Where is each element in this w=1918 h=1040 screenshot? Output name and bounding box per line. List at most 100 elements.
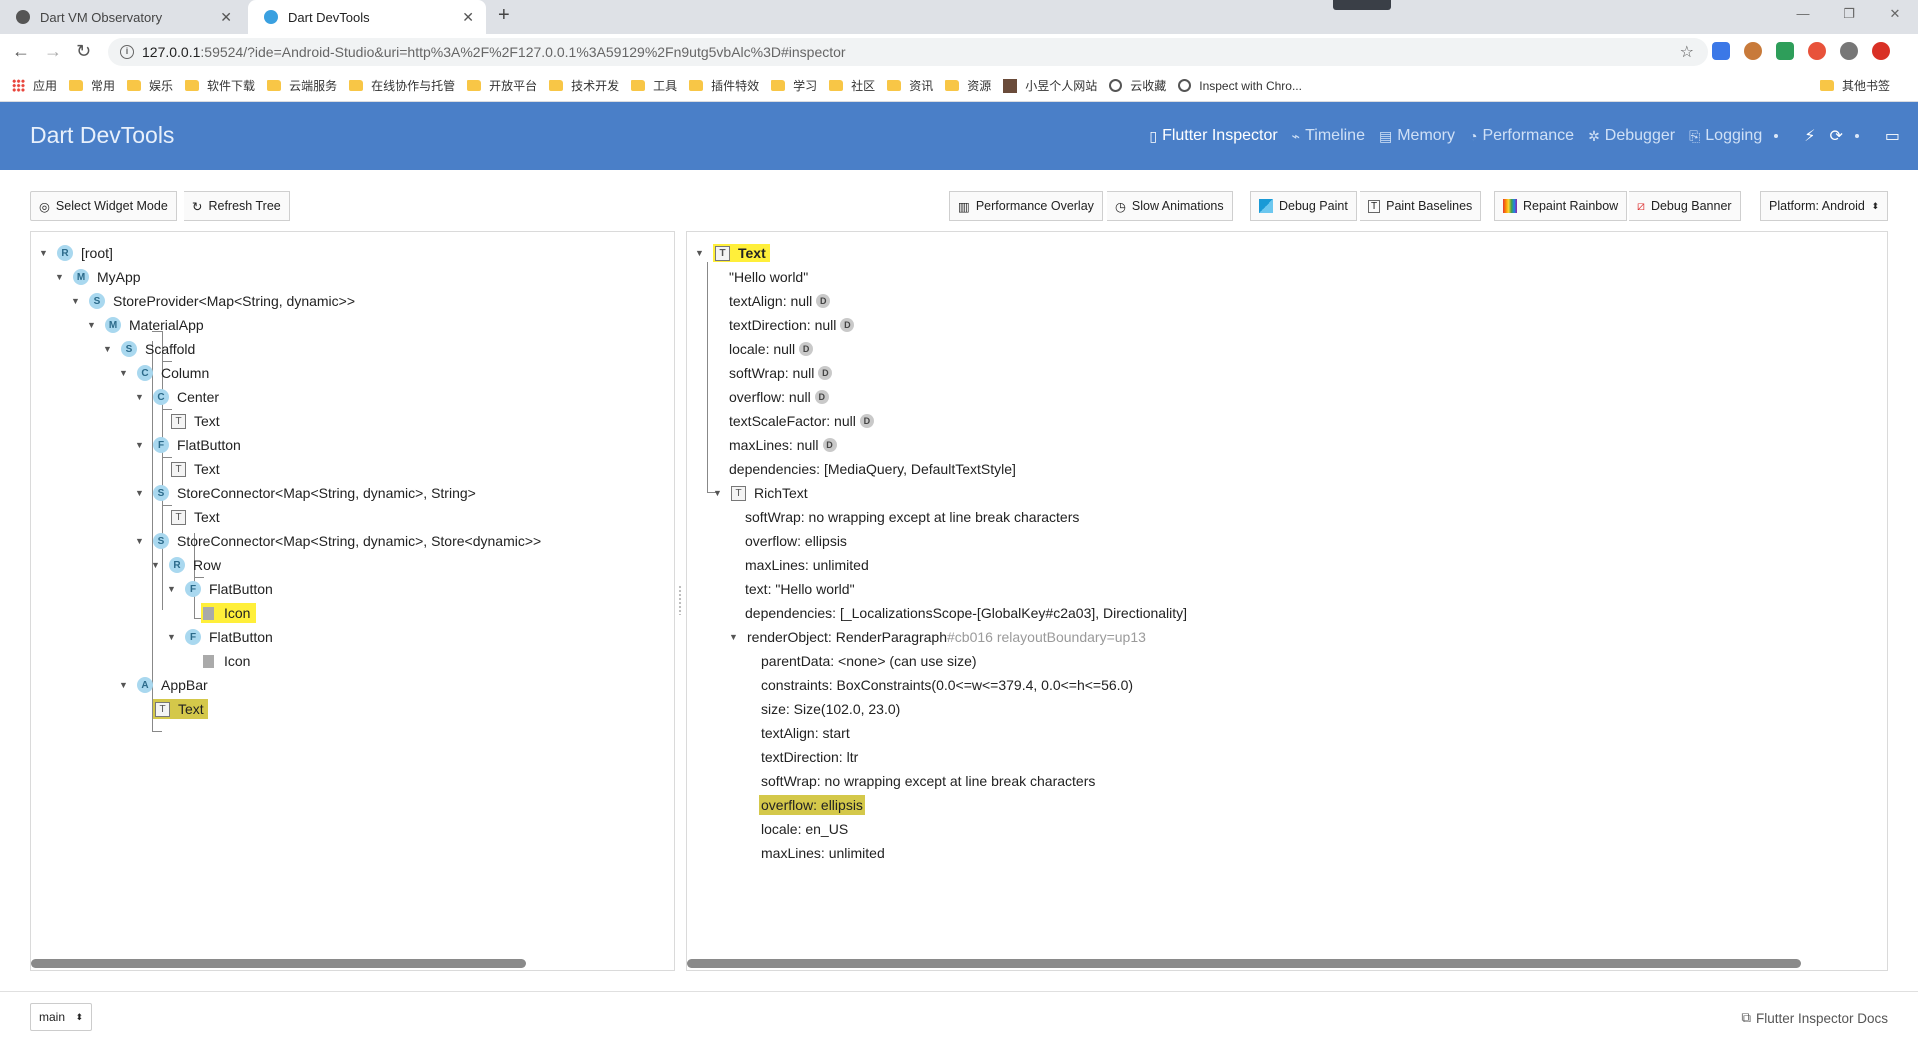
- extension-icon[interactable]: [1776, 42, 1794, 60]
- bookmark-folder[interactable]: 资源: [945, 77, 991, 94]
- tree-node[interactable]: ▼ S Scaffold: [103, 338, 195, 360]
- tab-dart-devtools[interactable]: Dart DevTools ✕: [248, 0, 486, 34]
- collapse-triangle-icon[interactable]: ▼: [71, 296, 81, 306]
- collapse-triangle-icon[interactable]: ▼: [135, 440, 145, 450]
- hot-reload-icon[interactable]: ⚡: [1804, 126, 1815, 146]
- tree-node[interactable]: ▼ S StoreConnector<Map<String, dynamic>, S…: [135, 530, 541, 552]
- collapse-triangle-icon[interactable]: ▼: [167, 584, 177, 594]
- collapse-triangle-icon[interactable]: ▼: [151, 560, 161, 570]
- property-row[interactable]: size: Size(102.0, 23.0): [761, 698, 900, 720]
- property-row[interactable]: "Hello world": [729, 266, 808, 288]
- hot-restart-icon[interactable]: ⟳: [1829, 126, 1842, 146]
- profile-avatar-icon[interactable]: [1840, 42, 1858, 60]
- feedback-icon[interactable]: ▭: [1885, 126, 1900, 146]
- bookmark-folder[interactable]: 在线协作与托管: [349, 77, 455, 94]
- bookmark-folder[interactable]: 技术开发: [549, 77, 619, 94]
- property-row[interactable]: softWrap: no wrapping except at line bre…: [745, 506, 1079, 528]
- collapse-triangle-icon[interactable]: ▼: [729, 632, 739, 642]
- property-row[interactable]: textAlign: null D: [729, 290, 831, 312]
- tree-node[interactable]: ▼ C Center: [135, 386, 219, 408]
- bookmark-site[interactable]: 云收藏: [1109, 77, 1166, 94]
- new-tab-button[interactable]: +: [498, 4, 510, 27]
- property-row[interactable]: locale: null D: [729, 338, 814, 360]
- collapse-triangle-icon[interactable]: ▼: [103, 344, 113, 354]
- horizontal-scrollbar[interactable]: [687, 959, 1801, 968]
- tab-logging[interactable]: ⎘ Logging: [1689, 127, 1762, 145]
- bookmark-folder[interactable]: 云端服务: [267, 77, 337, 94]
- platform-select[interactable]: Platform: Android ⬍: [1760, 191, 1888, 221]
- tree-node[interactable]: ▼ C Column: [119, 362, 209, 384]
- property-row[interactable]: softWrap: no wrapping except at line bre…: [761, 770, 1095, 792]
- collapse-triangle-icon[interactable]: ▼: [119, 368, 129, 378]
- tree-node[interactable]: ▼ F FlatButton: [167, 578, 273, 600]
- bookmark-folder[interactable]: 开放平台: [467, 77, 537, 94]
- extension-icon[interactable]: [1744, 42, 1762, 60]
- bookmark-apps[interactable]: 应用: [12, 77, 57, 94]
- close-window-button[interactable]: ✕: [1872, 0, 1918, 30]
- render-object-node[interactable]: ▼ renderObject: RenderParagraph #cb016 re…: [729, 626, 1146, 648]
- details-root[interactable]: ▼ T Text: [695, 242, 770, 264]
- extension-icon[interactable]: [1808, 42, 1826, 60]
- select-widget-mode-button[interactable]: ◎ Select Widget Mode: [30, 191, 177, 221]
- address-bar[interactable]: i 127.0.0.1:59524/?ide=Android-Studio&ur…: [108, 38, 1708, 66]
- property-row[interactable]: overflow: ellipsis: [745, 530, 847, 552]
- collapse-triangle-icon[interactable]: ▼: [135, 536, 145, 546]
- bookmark-folder[interactable]: 娱乐: [127, 77, 173, 94]
- property-row[interactable]: dependencies: [MediaQuery, DefaultTextSt…: [729, 458, 1016, 480]
- other-bookmarks[interactable]: 其他书签: [1819, 77, 1890, 94]
- collapse-triangle-icon[interactable]: ▼: [55, 272, 65, 282]
- collapse-triangle-icon[interactable]: ▼: [119, 680, 129, 690]
- paint-baselines-button[interactable]: T Paint Baselines: [1360, 191, 1482, 221]
- richtext-node[interactable]: ▼ T RichText: [713, 482, 808, 504]
- tab-dart-vm-observatory[interactable]: Dart VM Observatory ✕: [0, 0, 244, 34]
- bookmark-star-icon[interactable]: ☆: [1680, 42, 1694, 62]
- tree-node[interactable]: ▼ S StoreConnector<Map<String, dynamic>, S…: [135, 482, 476, 504]
- horizontal-scrollbar[interactable]: [31, 959, 526, 968]
- tree-node[interactable]: ▼ R [root]: [39, 242, 113, 264]
- bookmark-folder[interactable]: 常用: [69, 77, 115, 94]
- tab-flutter-inspector[interactable]: ▯ Flutter Inspector: [1149, 127, 1277, 145]
- close-tab-icon[interactable]: ✕: [220, 9, 232, 26]
- back-arrow-icon[interactable]: ←: [12, 41, 30, 62]
- property-row[interactable]: maxLines: null D: [729, 434, 837, 456]
- reload-icon[interactable]: ↻: [76, 41, 91, 62]
- tree-node[interactable]: ▼ M MaterialApp: [87, 314, 204, 336]
- tree-node[interactable]: ▼ F FlatButton: [167, 626, 273, 648]
- translate-extension-icon[interactable]: [1712, 42, 1730, 60]
- property-row[interactable]: dependencies: [_LocalizationsScope-[Glob…: [745, 602, 1187, 624]
- tree-node[interactable]: ▼ R Row: [151, 554, 221, 576]
- tab-debugger[interactable]: ✲ Debugger: [1588, 127, 1675, 145]
- collapse-triangle-icon[interactable]: ▼: [135, 392, 145, 402]
- property-row[interactable]: text: "Hello world": [745, 578, 855, 600]
- property-row[interactable]: textScaleFactor: null D: [729, 410, 874, 432]
- property-row-highlighted[interactable]: overflow: ellipsis: [759, 794, 865, 816]
- property-row[interactable]: maxLines: unlimited: [761, 842, 885, 864]
- split-drag-handle[interactable]: [678, 585, 682, 615]
- bookmark-folder[interactable]: 工具: [631, 77, 677, 94]
- property-row[interactable]: locale: en_US: [761, 818, 848, 840]
- site-info-icon[interactable]: i: [120, 45, 134, 59]
- debug-paint-button[interactable]: Debug Paint: [1250, 191, 1357, 221]
- restore-button[interactable]: ❐: [1826, 0, 1872, 30]
- tree-node-highlighted[interactable]: T Text: [153, 698, 208, 720]
- property-row[interactable]: textAlign: start: [761, 722, 850, 744]
- bookmark-folder[interactable]: 学习: [771, 77, 817, 94]
- collapse-triangle-icon[interactable]: ▼: [87, 320, 97, 330]
- minimize-button[interactable]: —: [1780, 0, 1826, 30]
- slow-animations-button[interactable]: ◷ Slow Animations: [1107, 191, 1233, 221]
- refresh-tree-button[interactable]: ↻ Refresh Tree: [184, 191, 290, 221]
- details-tree-panel[interactable]: ▼ T Text "Hello world" textAlign: null D t…: [686, 231, 1888, 971]
- bookmark-folder[interactable]: 插件特效: [689, 77, 759, 94]
- property-row[interactable]: parentData: <none> (can use size): [761, 650, 977, 672]
- collapse-triangle-icon[interactable]: ▼: [135, 488, 145, 498]
- tree-node[interactable]: Icon: [203, 650, 250, 672]
- repaint-rainbow-button[interactable]: Repaint Rainbow: [1494, 191, 1628, 221]
- tree-node[interactable]: T Text: [171, 506, 220, 528]
- property-row[interactable]: softWrap: null D: [729, 362, 833, 384]
- debug-banner-button[interactable]: ⧄ Debug Banner: [1629, 191, 1741, 221]
- bookmark-folder[interactable]: 软件下载: [185, 77, 255, 94]
- bookmark-site[interactable]: 小昱个人网站: [1003, 77, 1097, 94]
- property-row[interactable]: textDirection: null D: [729, 314, 855, 336]
- tree-node[interactable]: ▼ S StoreProvider<Map<String, dynamic>>: [71, 290, 355, 312]
- flutter-inspector-docs-link[interactable]: ⧉ Flutter Inspector Docs: [1741, 1010, 1888, 1026]
